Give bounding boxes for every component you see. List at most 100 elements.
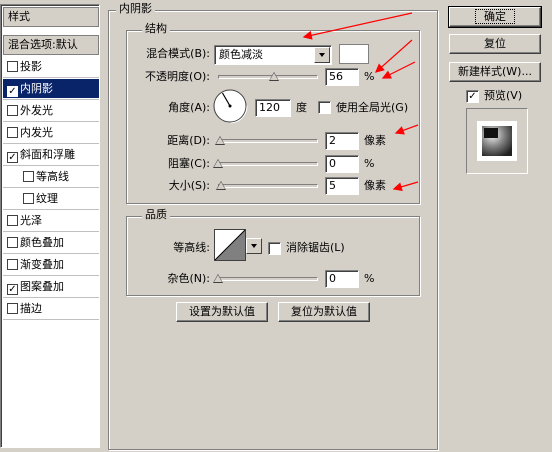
preview-label: 预览(V) (484, 89, 523, 102)
style-item-label: 内阴影 (20, 82, 53, 95)
style-item-checkbox[interactable] (23, 193, 34, 204)
noise-unit: % (364, 272, 375, 285)
styles-list-panel: 样式 混合选项:默认 投影 ✓ 内阴影 外发光 内发光 ✓ 斜面和浮雕 等高线 纹理 光泽 颜色叠加… (0, 4, 100, 448)
choke-input[interactable]: 0 (325, 155, 359, 173)
style-item-9[interactable]: 渐变叠加 (3, 255, 99, 274)
style-item-label: 渐变叠加 (20, 258, 64, 271)
style-item-label: 外发光 (20, 104, 53, 117)
size-input[interactable]: 5 (325, 177, 359, 195)
style-item-label: 描边 (20, 302, 42, 315)
style-item-checkbox[interactable]: ✓ (7, 284, 18, 295)
style-item-2[interactable]: 外发光 (3, 101, 99, 120)
contour-label: 等高线: (173, 241, 210, 254)
anti-alias-checkbox[interactable] (268, 242, 281, 255)
chevron-down-icon[interactable] (314, 47, 330, 63)
choke-slider-thumb[interactable] (213, 159, 223, 168)
ok-button-label: 确定 (475, 9, 515, 24)
inner-shadow-title: 内阴影 (116, 2, 155, 16)
styles-header[interactable]: 样式 (3, 7, 99, 27)
style-item-label: 内发光 (20, 126, 53, 139)
distance-label: 距离(D): (167, 134, 210, 147)
style-item-7[interactable]: 光泽 (3, 211, 99, 230)
reset-default-button[interactable]: 复位为默认值 (278, 302, 370, 322)
style-item-label: 图案叠加 (20, 280, 64, 293)
style-item-checkbox[interactable] (7, 127, 18, 138)
blend-mode-select[interactable]: 颜色减淡 (214, 45, 332, 65)
style-item-divider (3, 275, 99, 276)
style-item-divider (3, 231, 99, 232)
size-slider-track[interactable] (218, 184, 318, 188)
distance-slider-track[interactable] (218, 139, 318, 143)
style-item-5[interactable]: 等高线 (3, 167, 99, 186)
style-item-11[interactable]: 描边 (3, 299, 99, 318)
opacity-slider-thumb[interactable] (269, 72, 279, 81)
choke-label: 阻塞(C): (168, 157, 210, 170)
size-slider-thumb[interactable] (216, 181, 226, 190)
distance-input[interactable]: 2 (325, 132, 359, 150)
noise-input[interactable]: 0 (325, 270, 359, 288)
choke-unit: % (364, 157, 375, 170)
preview-checkbox[interactable]: ✓ (466, 90, 479, 103)
style-item-label: 颜色叠加 (20, 236, 64, 249)
style-item-checkbox[interactable] (7, 237, 18, 248)
style-item-divider (3, 77, 99, 78)
angle-dial[interactable] (212, 88, 248, 124)
noise-slider-thumb[interactable] (213, 274, 223, 283)
style-item-checkbox[interactable] (7, 259, 18, 270)
angle-label: 角度(A): (168, 101, 210, 114)
style-item-checkbox[interactable]: ✓ (7, 86, 18, 97)
opacity-slider-track[interactable] (218, 75, 318, 79)
style-item-3[interactable]: 内发光 (3, 123, 99, 142)
style-item-checkbox[interactable] (7, 303, 18, 314)
blending-options-header[interactable]: 混合选项:默认 (3, 35, 99, 55)
anti-alias-label: 消除锯齿(L) (286, 241, 345, 254)
style-item-label: 等高线 (36, 170, 69, 183)
global-light-label: 使用全局光(G) (336, 101, 409, 114)
style-item-divider (3, 253, 99, 254)
style-item-checkbox[interactable] (7, 61, 18, 72)
style-item-1[interactable]: ✓ 内阴影 (3, 79, 99, 98)
style-item-divider (3, 99, 99, 100)
style-item-divider (3, 121, 99, 122)
style-item-label: 纹理 (36, 192, 58, 205)
style-item-0[interactable]: 投影 (3, 57, 99, 76)
preview-swatch-icon (477, 121, 517, 161)
style-item-label: 投影 (20, 60, 42, 73)
style-item-checkbox[interactable] (7, 215, 18, 226)
reset-button[interactable]: 复位 (449, 34, 541, 54)
global-light-checkbox[interactable] (318, 101, 331, 114)
style-item-divider (3, 319, 99, 320)
angle-input[interactable]: 120 (255, 99, 291, 117)
opacity-label: 不透明度(O): (145, 70, 210, 83)
choke-slider-track[interactable] (218, 162, 318, 166)
style-item-checkbox[interactable] (7, 105, 18, 116)
distance-slider-thumb[interactable] (215, 136, 225, 145)
style-preview-thumbnail (466, 108, 528, 174)
style-item-divider (3, 143, 99, 144)
opacity-input[interactable]: 56 (325, 68, 359, 86)
style-item-10[interactable]: ✓ 图案叠加 (3, 277, 99, 296)
blend-mode-label: 混合模式(B): (146, 47, 210, 60)
ok-button[interactable]: 确定 (448, 6, 542, 28)
style-item-divider (3, 209, 99, 210)
style-item-divider (3, 187, 99, 188)
size-unit: 像素 (364, 179, 386, 192)
preview-check-mark: ✓ (468, 91, 477, 102)
style-item-4[interactable]: ✓ 斜面和浮雕 (3, 145, 99, 164)
blend-mode-value: 颜色减淡 (219, 48, 263, 61)
style-item-checkbox[interactable] (23, 171, 34, 182)
angle-unit: 度 (296, 101, 307, 114)
shadow-color-swatch[interactable] (339, 44, 369, 64)
style-item-label: 斜面和浮雕 (20, 148, 75, 161)
structure-title: 结构 (142, 22, 170, 36)
style-item-checkbox[interactable]: ✓ (7, 152, 18, 163)
contour-preview-icon[interactable] (214, 229, 246, 261)
style-item-6[interactable]: 纹理 (3, 189, 99, 208)
noise-slider-track[interactable] (218, 277, 318, 281)
distance-unit: 像素 (364, 134, 386, 147)
contour-dropdown-icon[interactable] (246, 238, 262, 254)
size-label: 大小(S): (168, 179, 210, 192)
set-default-button[interactable]: 设置为默认值 (176, 302, 268, 322)
style-item-8[interactable]: 颜色叠加 (3, 233, 99, 252)
new-style-button[interactable]: 新建样式(W)... (449, 62, 541, 82)
